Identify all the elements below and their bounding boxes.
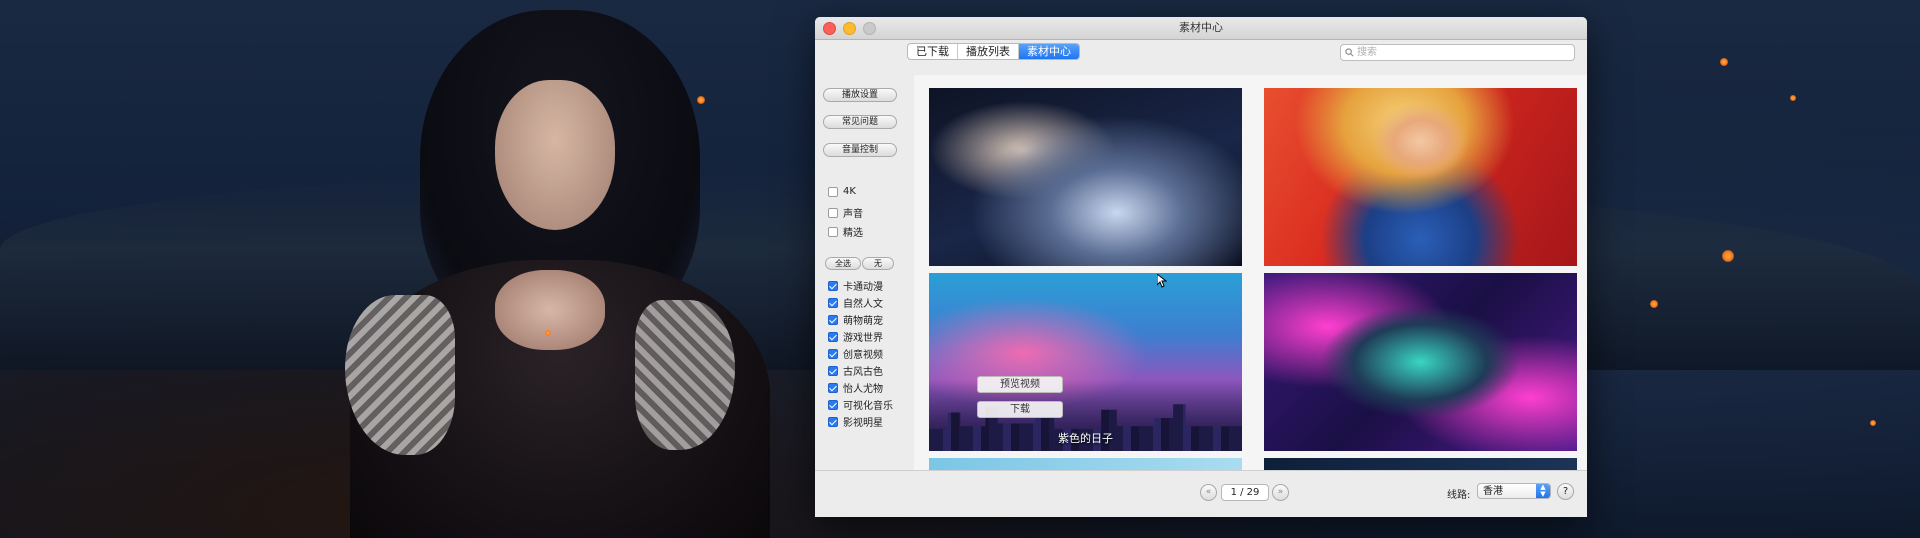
- category-item[interactable]: 创意视频: [828, 346, 883, 361]
- line-label: 线路:: [1447, 490, 1471, 501]
- category-item[interactable]: 怡人尤物: [828, 380, 883, 395]
- checkbox[interactable]: [828, 207, 838, 218]
- material-center-window: 素材中心 已下载 播放列表 素材中心 播放设置 常见问题 音量控制 4K 声音 …: [815, 17, 1587, 517]
- window-title: 素材中心: [1179, 21, 1223, 34]
- checkbox[interactable]: [828, 331, 838, 342]
- tab-playlist[interactable]: 播放列表: [958, 44, 1019, 59]
- select-arrows-icon: ▲ ▼: [1536, 484, 1550, 498]
- checkbox[interactable]: [828, 280, 838, 291]
- select-all-button[interactable]: 全选: [825, 257, 861, 270]
- ember: [1650, 300, 1658, 308]
- mouse-cursor-icon: [1157, 274, 1167, 288]
- filter-label: 精选: [843, 228, 863, 239]
- category-label: 可视化音乐: [843, 401, 893, 412]
- filter-featured[interactable]: 精选: [828, 224, 863, 239]
- wallpaper-figure-face: [495, 80, 615, 230]
- wallpaper-figure: [330, 0, 800, 538]
- category-label: 卡通动漫: [843, 282, 883, 293]
- category-label: 游戏世界: [843, 333, 883, 344]
- ember: [545, 330, 551, 336]
- filter-4k[interactable]: 4K: [828, 186, 856, 197]
- sidebar: 播放设置 常见问题 音量控制 4K 声音 精选 全选 无 卡通动漫 自然人文 萌…: [815, 75, 905, 470]
- category-item[interactable]: 影视明星: [828, 414, 883, 429]
- checkbox[interactable]: [828, 382, 838, 393]
- category-item[interactable]: 卡通动漫: [828, 278, 883, 293]
- filter-label: 声音: [843, 209, 863, 220]
- wallpaper-thumbnail[interactable]: [1264, 273, 1577, 451]
- line-select[interactable]: 香港 ▲ ▼: [1477, 483, 1551, 499]
- category-label: 影视明星: [843, 418, 883, 429]
- tab-material-center[interactable]: 素材中心: [1019, 44, 1079, 59]
- ember: [1870, 420, 1876, 426]
- playback-settings-button[interactable]: 播放设置: [823, 88, 897, 102]
- traffic-lights: [823, 22, 876, 35]
- category-label: 萌物萌宠: [843, 316, 883, 327]
- checkbox[interactable]: [828, 297, 838, 308]
- search-icon: [1345, 48, 1354, 57]
- wallpaper-thumbnail[interactable]: [929, 88, 1242, 266]
- download-button[interactable]: 下载: [977, 401, 1063, 418]
- chevron-right-icon[interactable]: »: [1272, 484, 1289, 501]
- help-button[interactable]: ?: [1557, 483, 1574, 500]
- tab-downloaded[interactable]: 已下载: [908, 44, 958, 59]
- category-item[interactable]: 游戏世界: [828, 329, 883, 344]
- wallpaper-thumbnail[interactable]: [1264, 458, 1577, 470]
- wallpaper-thumbnail-hovered[interactable]: 预览视频 下载 紫色的日子: [929, 273, 1242, 451]
- checkbox[interactable]: [828, 226, 838, 237]
- thumbnail-caption: 紫色的日子: [1058, 432, 1113, 445]
- minimize-window-button[interactable]: [843, 22, 856, 35]
- checkbox[interactable]: [828, 314, 838, 325]
- checkbox[interactable]: [828, 365, 838, 376]
- wallpaper-thumbnail[interactable]: [929, 458, 1242, 470]
- ember: [1722, 250, 1734, 262]
- checkbox[interactable]: [828, 399, 838, 410]
- wallpaper-gallery: 预览视频 下载 紫色的日子: [914, 75, 1587, 470]
- volume-control-button[interactable]: 音量控制: [823, 143, 897, 157]
- category-item[interactable]: 萌物萌宠: [828, 312, 883, 327]
- select-none-button[interactable]: 无: [862, 257, 894, 270]
- view-tabs: 已下载 播放列表 素材中心: [907, 43, 1080, 60]
- category-label: 创意视频: [843, 350, 883, 361]
- search-field: [1340, 44, 1575, 61]
- checkbox[interactable]: [828, 348, 838, 359]
- category-item[interactable]: 可视化音乐: [828, 397, 893, 412]
- filter-label: 4K: [843, 186, 856, 197]
- zoom-window-button[interactable]: [863, 22, 876, 35]
- category-label: 自然人文: [843, 299, 883, 310]
- chevron-left-icon[interactable]: «: [1200, 484, 1217, 501]
- line-select-value: 香港: [1483, 486, 1503, 497]
- ember: [1790, 95, 1796, 101]
- wallpaper-thumbnail[interactable]: [1264, 88, 1577, 266]
- preview-video-button[interactable]: 预览视频: [977, 376, 1063, 393]
- checkbox[interactable]: [828, 416, 838, 427]
- page-indicator: 1 / 29: [1221, 484, 1269, 501]
- search-input[interactable]: [1354, 45, 1559, 60]
- ember: [697, 96, 705, 104]
- category-label: 怡人尤物: [843, 384, 883, 395]
- pagination-footer: « 1 / 29 » 线路: 香港 ▲ ▼ ?: [815, 470, 1587, 517]
- category-label: 古风古色: [843, 367, 883, 378]
- ember: [1720, 58, 1728, 66]
- window-titlebar[interactable]: 素材中心: [815, 17, 1587, 40]
- category-item[interactable]: 自然人文: [828, 295, 883, 310]
- filter-sound[interactable]: 声音: [828, 205, 863, 220]
- wallpaper-figure-hand: [495, 270, 605, 350]
- close-window-button[interactable]: [823, 22, 836, 35]
- checkbox[interactable]: [828, 186, 838, 197]
- category-item[interactable]: 古风古色: [828, 363, 883, 378]
- faq-button[interactable]: 常见问题: [823, 115, 897, 129]
